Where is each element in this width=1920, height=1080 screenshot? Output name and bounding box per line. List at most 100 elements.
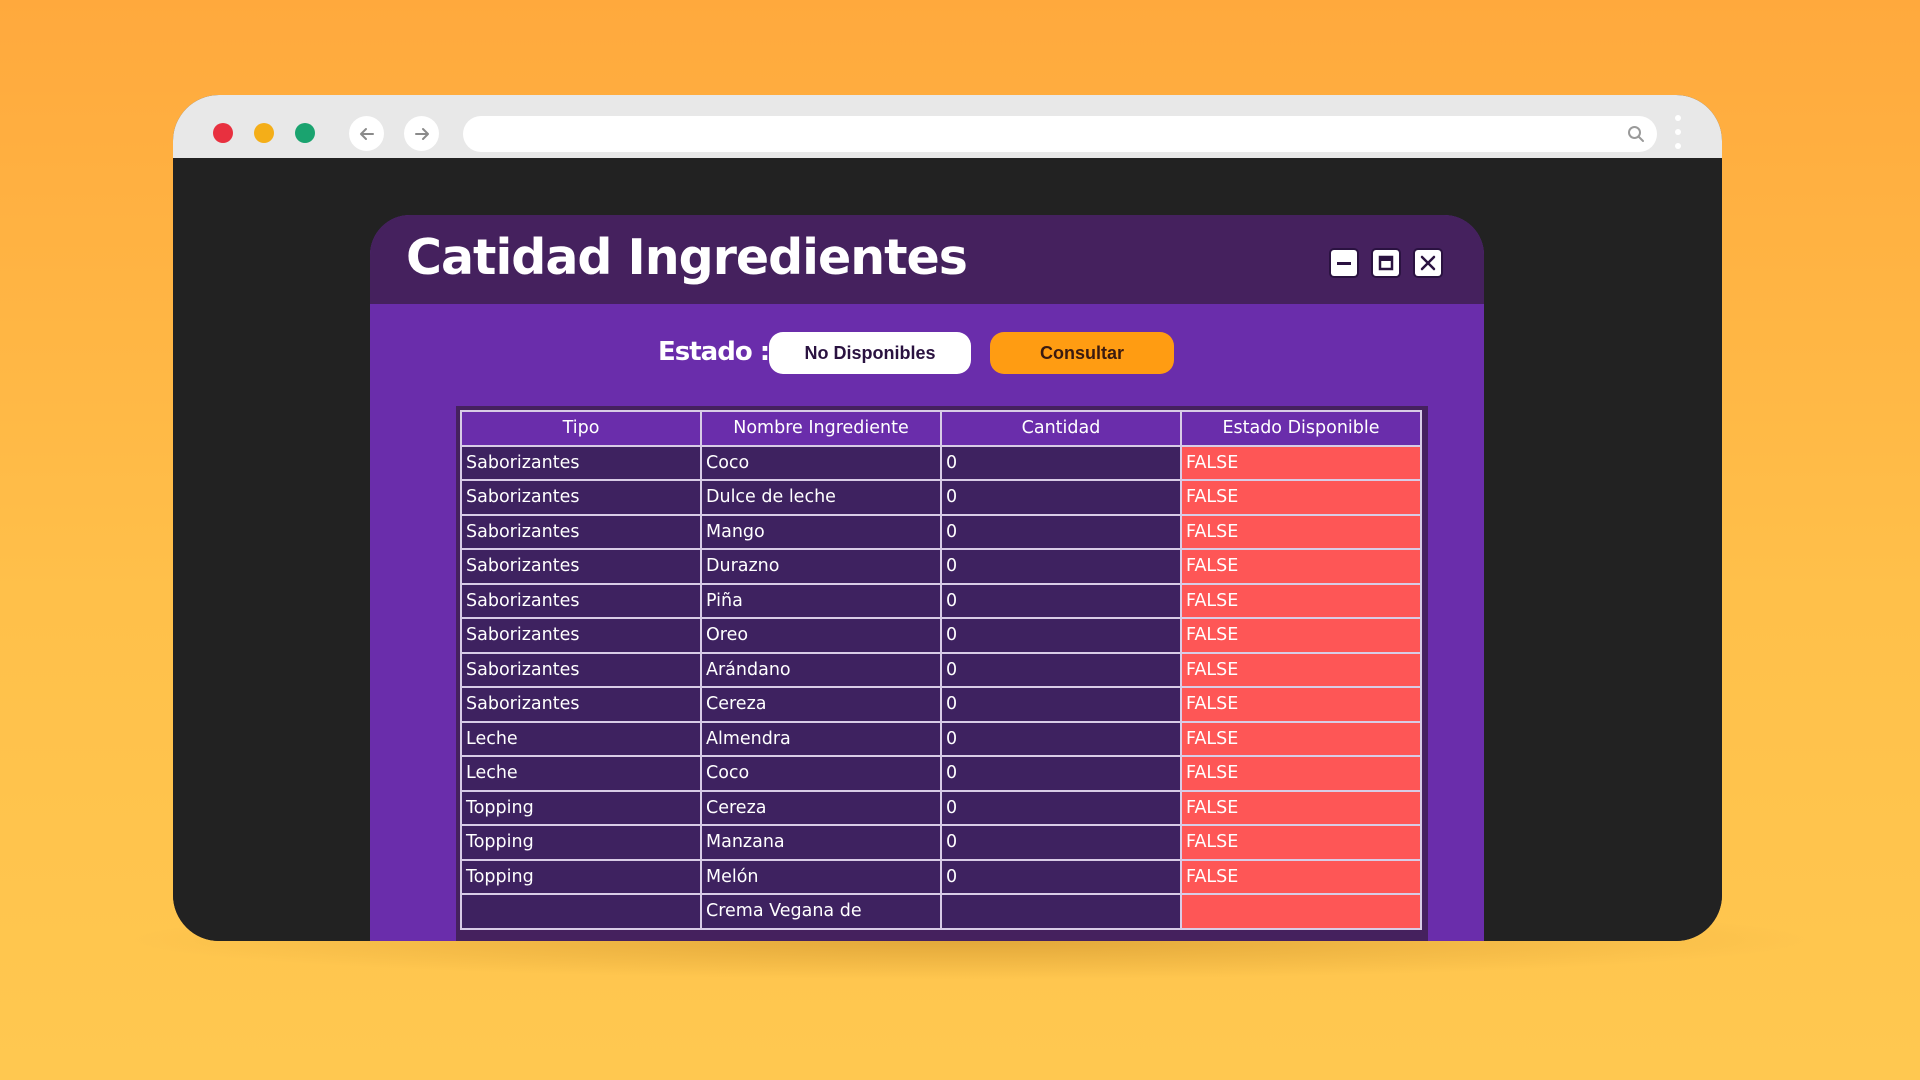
cell-cantidad: 0 [940,720,1182,757]
cell-estado: FALSE [1180,617,1422,654]
column-header-tipo[interactable]: Tipo [460,410,702,447]
browser-viewport: Catidad Ingredientes Estado: No Disponi… [173,158,1722,941]
cell-nombre: Piña [700,582,942,619]
search-icon[interactable] [1627,125,1645,143]
cell-tipo: Topping [460,789,702,826]
ingredients-table: Tipo Nombre Ingrediente Cantidad Estado … [460,410,1422,930]
browser-window: Catidad Ingredientes Estado: No Disponi… [173,95,1722,941]
state-filter-label: Estado : [658,337,770,367]
column-header-nombre[interactable]: Nombre Ingrediente [700,410,942,447]
maximize-icon [1378,255,1394,271]
cell-estado: FALSE [1180,720,1422,757]
table-row[interactable]: Leche Coco 0 FALSE [460,755,1422,792]
cell-cantidad: 0 [940,755,1182,792]
window-minimize-dot[interactable] [254,123,274,143]
table-row[interactable]: Saborizantes Cereza 0 FALSE [460,686,1422,723]
cell-estado: FALSE [1180,686,1422,723]
table-row[interactable]: Topping Melón 0 FALSE [460,858,1422,895]
cell-cantidad: 0 [940,479,1182,516]
cell-nombre: Dulce de leche [700,479,942,516]
cell-nombre: Cereza [700,789,942,826]
back-button[interactable] [349,116,384,151]
cell-cantidad: 0 [940,513,1182,550]
cell-cantidad: 0 [940,824,1182,861]
table-row[interactable]: Saborizantes Oreo 0 FALSE [460,617,1422,654]
table-row[interactable]: Topping Cereza 0 FALSE [460,789,1422,826]
cell-nombre: Oreo [700,617,942,654]
cell-cantidad: 0 [940,686,1182,723]
cell-nombre: Melón [700,858,942,895]
window-close-dot[interactable] [213,123,233,143]
address-bar[interactable] [463,116,1657,152]
app-title-bar: Catidad Ingredientes [370,215,1484,304]
cell-tipo: Saborizantes [460,686,702,723]
state-select[interactable]: No Disponibles [769,332,971,374]
consultar-button[interactable]: Consultar [990,332,1174,374]
minimize-button[interactable] [1331,250,1357,276]
table-row[interactable]: Topping Manzana 0 FALSE [460,824,1422,861]
window-zoom-dot[interactable] [295,123,315,143]
cell-nombre: Arándano [700,651,942,688]
cell-tipo: Topping [460,858,702,895]
cell-tipo: Topping [460,824,702,861]
table-row[interactable]: Saborizantes Durazno 0 FALSE [460,548,1422,585]
cell-cantidad: 0 [940,789,1182,826]
cell-cantidad: 0 [940,582,1182,619]
cell-tipo: Saborizantes [460,548,702,585]
cell-estado: FALSE [1180,755,1422,792]
arrow-right-icon [414,127,429,140]
cell-cantidad [940,893,1182,930]
table-header-row: Tipo Nombre Ingrediente Cantidad Estado … [460,410,1422,447]
cell-estado: FALSE [1180,444,1422,481]
table-row[interactable]: Saborizantes Arándano 0 FALSE [460,651,1422,688]
cell-estado: FALSE [1180,582,1422,619]
forward-button[interactable] [404,116,439,151]
cell-estado [1180,893,1422,930]
cell-tipo: Saborizantes [460,582,702,619]
table-row[interactable]: Leche Almendra 0 FALSE [460,720,1422,757]
cell-estado: FALSE [1180,548,1422,585]
browser-toolbar [173,95,1722,158]
close-button[interactable] [1415,250,1441,276]
close-icon [1420,255,1436,271]
ingredients-table-container: Tipo Nombre Ingrediente Cantidad Estado … [456,406,1428,941]
table-row[interactable]: Saborizantes Mango 0 FALSE [460,513,1422,550]
cell-nombre: Coco [700,755,942,792]
cell-nombre: Mango [700,513,942,550]
cell-tipo: Leche [460,720,702,757]
cell-nombre: Manzana [700,824,942,861]
table-row[interactable]: Saborizantes Piña 0 FALSE [460,582,1422,619]
table-row[interactable]: Crema Vegana de [460,893,1422,930]
cell-estado: FALSE [1180,858,1422,895]
app-window: Catidad Ingredientes Estado: No Disponi… [370,215,1484,941]
kebab-menu-icon[interactable] [1675,115,1681,153]
cell-tipo: Saborizantes [460,479,702,516]
cell-tipo: Saborizantes [460,651,702,688]
cell-cantidad: 0 [940,444,1182,481]
cell-nombre: Durazno [700,548,942,585]
cell-estado: FALSE [1180,651,1422,688]
cell-estado: FALSE [1180,479,1422,516]
minimize-icon [1337,262,1351,265]
cell-cantidad: 0 [940,548,1182,585]
table-body: Saborizantes Coco 0 FALSE Saborizantes Dulce… [460,444,1422,930]
cell-estado: FALSE [1180,789,1422,826]
cell-nombre: Crema Vegana de [700,893,942,930]
table-row[interactable]: Saborizantes Coco 0 FALSE [460,444,1422,481]
cell-tipo: Saborizantes [460,444,702,481]
cell-tipo: Saborizantes [460,513,702,550]
table-row[interactable]: Saborizantes Dulce de leche 0 FALSE [460,479,1422,516]
cell-tipo [460,893,702,930]
cell-nombre: Coco [700,444,942,481]
cell-cantidad: 0 [940,651,1182,688]
cell-nombre: Cereza [700,686,942,723]
page-title: Catidad Ingredientes [406,229,968,286]
column-header-cantidad[interactable]: Cantidad [940,410,1182,447]
cell-estado: FALSE [1180,513,1422,550]
cell-estado: FALSE [1180,824,1422,861]
cell-cantidad: 0 [940,858,1182,895]
maximize-button[interactable] [1373,250,1399,276]
arrow-left-icon [359,127,374,140]
column-header-estado[interactable]: Estado Disponible [1180,410,1422,447]
cell-tipo: Leche [460,755,702,792]
